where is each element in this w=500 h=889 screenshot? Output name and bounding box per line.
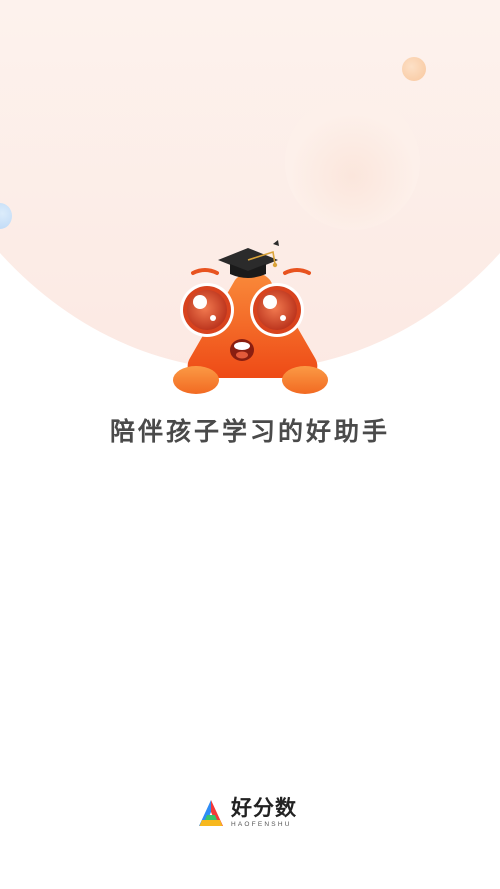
splash-screen: 陪伴孩子学习的好助手 好分数 HAOFENSHU <box>0 0 500 889</box>
brand-text: 好分数 HAOFENSHU <box>231 795 297 829</box>
brand-name: 好分数 <box>231 795 297 820</box>
brand-subtitle: HAOFENSHU <box>231 820 292 828</box>
graduate-mascot-icon <box>173 240 328 394</box>
background-circle <box>285 95 420 230</box>
decorative-orange-dot <box>402 57 426 81</box>
slogan-text: 陪伴孩子学习的好助手 <box>109 417 390 446</box>
haofenshu-logo-icon <box>199 800 223 826</box>
brand-footer: 好分数 HAOFENSHU <box>196 796 297 830</box>
